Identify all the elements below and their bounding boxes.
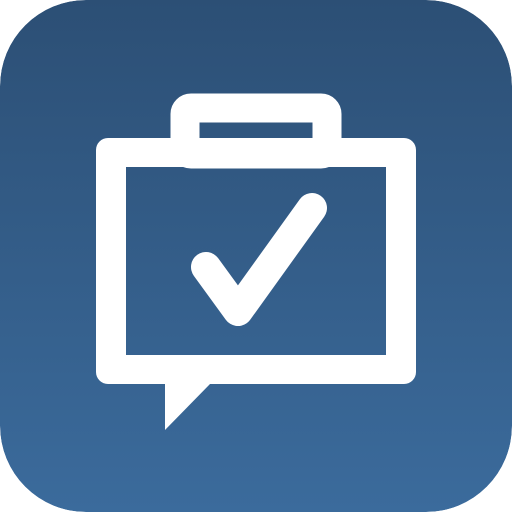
- app-icon[interactable]: [0, 0, 512, 512]
- app-icon-graphic: [0, 0, 512, 512]
- icon-background: [0, 0, 512, 512]
